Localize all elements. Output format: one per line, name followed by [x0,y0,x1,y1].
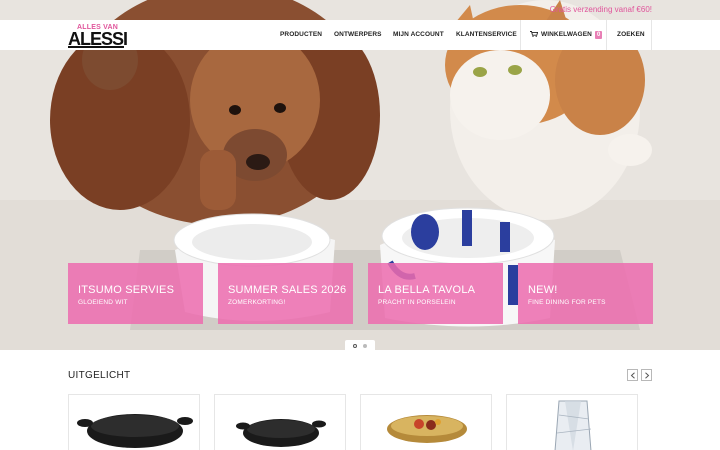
nav-divider [606,20,607,50]
tile-title: ITSUMO SERVIES [78,284,175,296]
chevron-left-icon [630,372,635,379]
tile-title: SUMMER SALES 2026 [228,284,347,296]
page: Gratis verzending vanaf €60! ALLES VAN A… [0,0,720,450]
black-oval-dish-small-icon [236,419,326,447]
promo-tile-new[interactable]: NEW! FINE DINING FOR PETS [518,263,653,324]
cart-count-badge: 0 [594,31,603,39]
gold-bowl-with-fruit-icon [387,415,467,443]
black-oval-dish-icon [77,414,193,448]
nav-item-producten[interactable]: PRODUCTEN [280,20,322,50]
promo-bar: Gratis verzending vanaf €60! [0,0,720,20]
nav-item-mijn-account[interactable]: MIJN ACCOUNT [393,20,444,50]
logo-underline [68,46,124,48]
nav-item-cart[interactable]: WINKELWAGEN 0 [530,20,603,50]
free-shipping-text: Gratis verzending vanaf €60! [549,5,652,14]
product-card[interactable] [506,394,638,450]
product-card[interactable] [360,394,492,450]
promo-tile-summer-sales[interactable]: SUMMER SALES 2026 ZOMERKORTING! [218,263,353,324]
nav-item-klantenservice[interactable]: KLANTENSERVICE [456,20,517,50]
slider-pagination [345,340,375,350]
shopping-cart-icon [530,31,538,37]
slider-dot[interactable] [363,344,367,348]
nav-item-ontwerpers[interactable]: ONTWERPERS [334,20,382,50]
tile-subtitle: FINE DINING FOR PETS [528,299,606,306]
tile-title: LA BELLA TAVOLA [378,284,476,296]
main-navbar: ALLES VAN ALESSI PRODUCTEN ONTWERPERS MI… [0,20,720,50]
tile-subtitle: PRACHT IN PORSELEIN [378,299,456,306]
tile-subtitle: GLOEIEND WIT [78,299,128,306]
carousel-next-button[interactable] [641,369,652,381]
nav-divider [651,20,652,50]
nav-divider [520,20,521,50]
hero-slider[interactable]: Gratis verzending vanaf €60! ALLES VAN A… [0,0,720,350]
tile-subtitle: ZOMERKORTING! [228,299,286,306]
product-card[interactable] [68,394,200,450]
featured-section-title: UITGELICHT [68,370,131,381]
chevron-right-icon [645,372,650,379]
product-card[interactable] [214,394,346,450]
promo-tile-la-bella-tavola[interactable]: LA BELLA TAVOLA PRACHT IN PORSELEIN [368,263,503,324]
tile-title: NEW! [528,284,558,296]
cart-label: WINKELWAGEN [541,31,592,38]
crystal-vase-icon [554,400,592,450]
carousel-prev-button[interactable] [627,369,638,381]
promo-tile-itsumo[interactable]: ITSUMO SERVIES GLOEIEND WIT [68,263,203,324]
nav-item-search[interactable]: ZOEKEN [617,20,645,50]
brand-logo[interactable]: ALLES VAN ALESSI [68,22,128,48]
slider-dot-active[interactable] [353,344,357,348]
